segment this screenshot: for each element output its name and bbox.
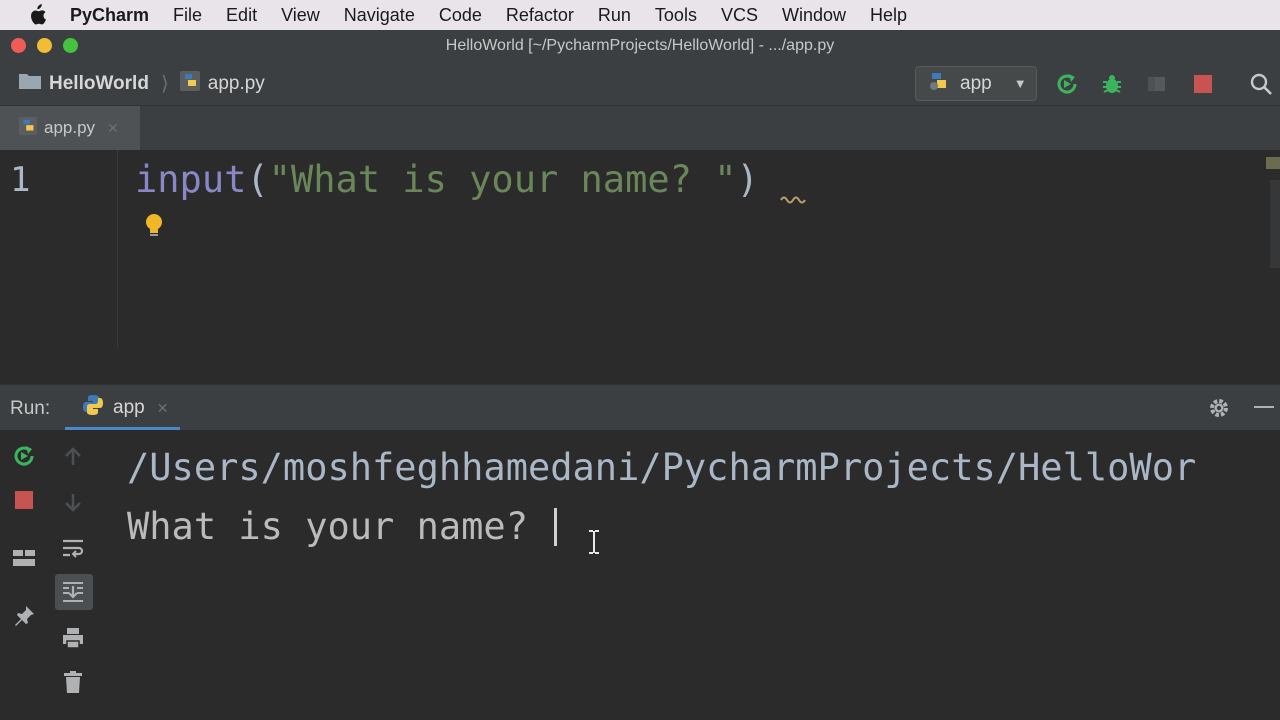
menu-code[interactable]: Code: [439, 5, 482, 26]
run-panel-label: Run:: [10, 398, 51, 419]
close-tab-icon[interactable]: ✕: [157, 400, 169, 417]
menu-navigate[interactable]: Navigate: [344, 5, 415, 26]
editor-scrollbar[interactable]: [1270, 180, 1280, 268]
text-cursor: [554, 508, 558, 546]
macos-menu-bar: PyCharm File Edit View Navigate Code Ref…: [0, 0, 1280, 30]
layout-icon[interactable]: [11, 545, 37, 571]
console-prompt-line[interactable]: What is your name?: [127, 497, 1196, 556]
editor-gutter: 1: [0, 150, 118, 348]
warning-squiggle-icon: [780, 196, 806, 204]
scroll-to-end-icon[interactable]: [60, 579, 86, 605]
pin-tab-icon[interactable]: [11, 603, 37, 629]
run-configuration-dropdown[interactable]: app ▼: [915, 66, 1037, 101]
breadcrumb-project[interactable]: HelloWorld: [18, 71, 149, 97]
debug-icon[interactable]: [1100, 72, 1124, 96]
gear-icon[interactable]: [1207, 396, 1231, 426]
mouse-ibeam-cursor-icon: [588, 530, 600, 559]
run-console-panel: /Users/moshfeghhamedani/PycharmProjects/…: [0, 430, 1280, 720]
breadcrumb-separator-icon: ⟩: [160, 73, 169, 95]
run-tab-app[interactable]: app ✕: [65, 385, 185, 431]
editor-tab-app-py[interactable]: app.py ✕: [0, 106, 140, 150]
console-prompt-text: What is your name?: [127, 505, 551, 548]
breadcrumb-file-label: app.py: [207, 72, 265, 94]
menu-help[interactable]: Help: [870, 5, 907, 26]
rerun-icon[interactable]: [11, 443, 37, 469]
window-controls: [11, 38, 78, 53]
print-icon[interactable]: [60, 625, 86, 651]
menu-edit[interactable]: Edit: [226, 5, 257, 26]
minimize-panel-icon[interactable]: [1254, 406, 1274, 408]
run-toolbar-primary: [0, 430, 48, 720]
soft-wrap-icon[interactable]: [60, 535, 86, 561]
code-string-literal: "What is your name? ": [268, 158, 737, 201]
menu-run[interactable]: Run: [598, 5, 631, 26]
editor-tab-bar: app.py ✕: [0, 106, 1280, 150]
run-with-coverage-icon[interactable]: [1145, 72, 1169, 96]
navigation-bar: HelloWorld ⟩ app.py app ▼: [0, 62, 1280, 106]
warning-marker-icon[interactable]: [1266, 157, 1280, 169]
line-number: 1: [10, 160, 31, 200]
minimize-window-button[interactable]: [37, 38, 52, 53]
menu-refactor[interactable]: Refactor: [506, 5, 574, 26]
stop-icon[interactable]: [11, 487, 37, 513]
close-window-button[interactable]: [11, 38, 26, 53]
window-title-bar: HelloWorld [~/PycharmProjects/HelloWorld…: [0, 30, 1280, 62]
python-icon: [81, 393, 105, 423]
menu-view[interactable]: View: [281, 5, 320, 26]
folder-icon: [18, 71, 42, 97]
code-open-paren: (: [246, 158, 269, 201]
code-line-1[interactable]: input("What is your name? "): [135, 158, 759, 201]
run-toolbar-secondary: [48, 430, 98, 720]
python-file-icon: [18, 116, 38, 141]
stop-icon[interactable]: [1191, 72, 1215, 96]
menu-app-name[interactable]: PyCharm: [70, 5, 149, 26]
trash-icon[interactable]: [60, 669, 86, 695]
python-file-icon: [179, 70, 201, 98]
breadcrumb-file[interactable]: app.py: [179, 70, 265, 98]
chevron-down-icon: ▼: [1013, 76, 1027, 91]
python-config-icon: [928, 70, 950, 98]
lightbulb-icon[interactable]: [142, 212, 166, 245]
code-function-name: input: [135, 158, 247, 201]
menu-tools[interactable]: Tools: [655, 5, 697, 26]
menu-window[interactable]: Window: [782, 5, 846, 26]
apple-menu-icon[interactable]: [27, 4, 49, 26]
code-editor[interactable]: 1 input("What is your name? "): [0, 150, 1280, 384]
code-close-paren: ): [736, 158, 759, 201]
scroll-up-icon[interactable]: [60, 444, 86, 470]
menu-vcs[interactable]: VCS: [721, 5, 758, 26]
console-path-line: /Users/moshfeghhamedani/PycharmProjects/…: [127, 446, 1197, 489]
rerun-icon[interactable]: [1055, 72, 1079, 96]
close-tab-icon[interactable]: ✕: [107, 120, 119, 137]
zoom-window-button[interactable]: [63, 38, 78, 53]
search-icon[interactable]: [1249, 72, 1273, 96]
menu-file[interactable]: File: [173, 5, 202, 26]
scroll-down-icon[interactable]: [60, 489, 86, 515]
breadcrumb-project-label: HelloWorld: [49, 72, 149, 94]
window-title: HelloWorld [~/PycharmProjects/HelloWorld…: [445, 37, 835, 54]
run-tool-window-header: Run: app ✕: [0, 384, 1280, 431]
console-output[interactable]: /Users/moshfeghhamedani/PycharmProjects/…: [127, 438, 1196, 556]
run-configuration-label: app: [960, 72, 992, 94]
editor-tab-label: app.py: [44, 118, 96, 137]
run-tab-label: app: [113, 397, 145, 418]
